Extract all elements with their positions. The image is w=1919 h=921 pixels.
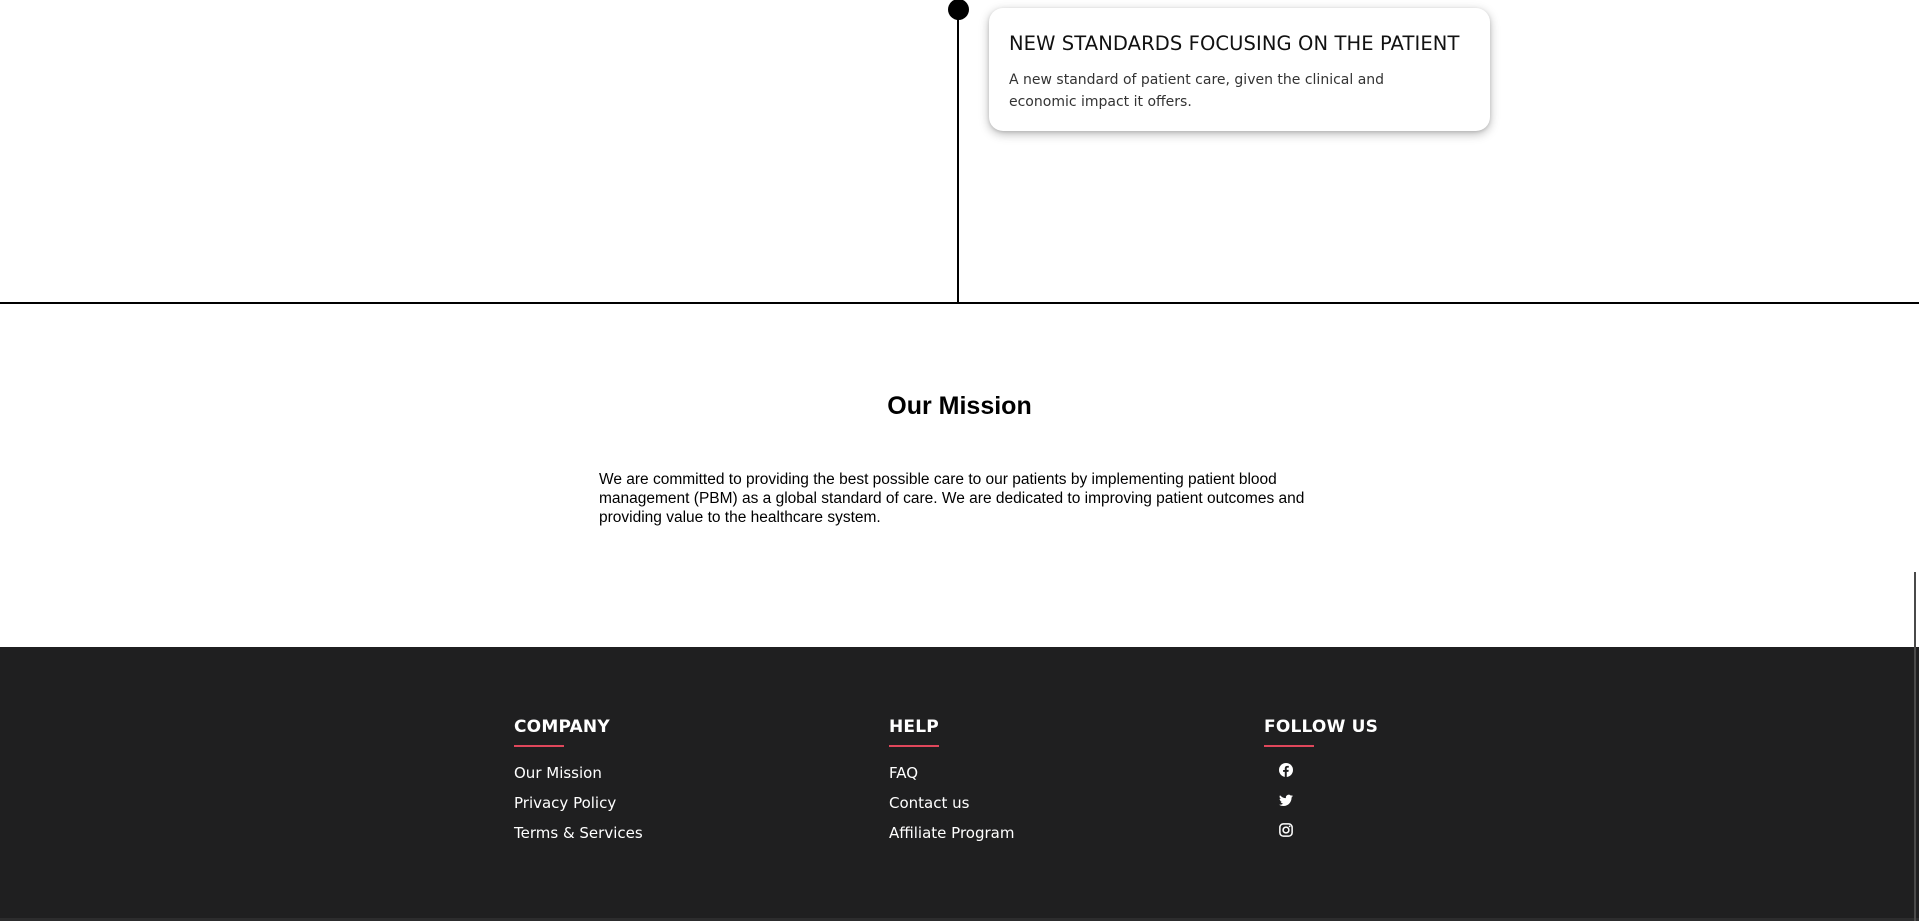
facebook-icon[interactable] <box>1279 763 1293 777</box>
footer-heading-underline <box>514 745 564 747</box>
footer-column-follow: FOLLOW US <box>1264 717 1378 853</box>
timeline-card-title: NEW STANDARDS FOCUSING ON THE PATIENT <box>1009 32 1460 55</box>
footer-link-affiliate-program[interactable]: Affiliate Program <box>889 823 1014 843</box>
footer-heading-company: COMPANY <box>514 717 610 737</box>
instagram-icon[interactable] <box>1279 823 1293 837</box>
page: NEW STANDARDS FOCUSING ON THE PATIENT A … <box>0 0 1919 921</box>
footer-heading-follow: FOLLOW US <box>1264 717 1379 737</box>
footer-links-company: Our Mission Privacy Policy Terms & Servi… <box>514 763 643 843</box>
timeline-vertical-line <box>957 0 959 303</box>
timeline-dot <box>948 0 969 20</box>
mission-title: Our Mission <box>887 392 1032 420</box>
footer-link-contact-us[interactable]: Contact us <box>889 793 1014 813</box>
twitter-icon[interactable] <box>1279 793 1293 807</box>
timeline-card: NEW STANDARDS FOCUSING ON THE PATIENT A … <box>989 8 1490 131</box>
footer-link-our-mission[interactable]: Our Mission <box>514 763 643 783</box>
mission-section: Our Mission We are committed to providin… <box>0 304 1919 647</box>
timeline-card-text: A new standard of patient care, given th… <box>1009 72 1385 111</box>
social-links <box>1264 763 1378 837</box>
scrollbar-thumb[interactable] <box>1914 572 1916 921</box>
footer-heading-underline <box>889 745 939 747</box>
footer: COMPANY Our Mission Privacy Policy Terms… <box>0 647 1919 921</box>
footer-heading-underline <box>1264 745 1314 747</box>
footer-link-privacy-policy[interactable]: Privacy Policy <box>514 793 643 813</box>
footer-heading-help: HELP <box>889 717 939 737</box>
mission-text: We are committed to providing the best p… <box>599 471 1305 526</box>
footer-link-terms-services[interactable]: Terms & Services <box>514 823 643 843</box>
footer-column-help: HELP FAQ Contact us Affiliate Program <box>889 717 1014 853</box>
footer-links-help: FAQ Contact us Affiliate Program <box>889 763 1014 843</box>
footer-column-company: COMPANY Our Mission Privacy Policy Terms… <box>514 717 643 853</box>
footer-link-faq[interactable]: FAQ <box>889 763 1014 783</box>
timeline-section: NEW STANDARDS FOCUSING ON THE PATIENT A … <box>0 0 1919 305</box>
